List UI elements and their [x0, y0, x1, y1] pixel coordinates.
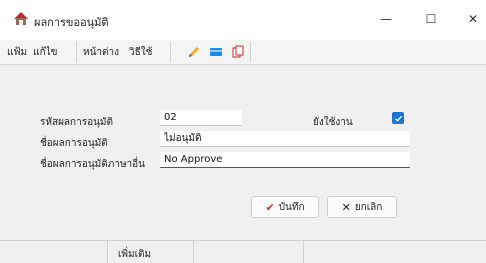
menu-group-file-edit: แฟ้ม แก้ไข	[4, 40, 61, 64]
maximize-button[interactable]: ☐	[416, 8, 446, 30]
alt-name-input[interactable]	[160, 152, 410, 168]
app-icon	[14, 12, 28, 25]
checkmark-icon: ✔	[265, 200, 275, 214]
form-panel: รหัสผลการอนุมัติ ยังใช้งาน ชื่อผลการอนุม…	[0, 65, 486, 240]
minimize-button[interactable]: —	[371, 8, 401, 30]
name-input[interactable]	[160, 131, 410, 147]
close-icon: ✕	[467, 12, 479, 26]
save-button[interactable]: ✔ บันทึก	[251, 196, 319, 218]
title-bar: ผลการขออนุมัติ — ☐ ✕	[0, 0, 486, 40]
menu-bar: แฟ้ม แก้ไข หน้าต่าง วิธีใช้	[0, 40, 486, 65]
window-title: ผลการขออนุมัติ	[34, 16, 109, 29]
close-button[interactable]: ✕	[458, 8, 486, 30]
pencil-icon[interactable]	[187, 45, 201, 59]
alt-name-label: ชื่อผลการอนุมัติภาษาอื่น	[40, 159, 146, 170]
menu-file[interactable]: แฟ้ม	[4, 45, 30, 60]
menu-help[interactable]: วิธีใช้	[126, 45, 155, 60]
card-icon[interactable]	[209, 45, 223, 59]
cancel-button-label: ยกเลิก	[354, 201, 383, 213]
more-label[interactable]: เพิ่มเติม	[118, 247, 151, 262]
code-input[interactable]	[160, 110, 242, 126]
maximize-icon: ☐	[425, 12, 437, 26]
save-button-label: บันทึก	[278, 201, 305, 213]
status-bar: เพิ่มเติม	[0, 240, 486, 263]
status-cell	[304, 241, 486, 263]
window: ผลการขออนุมัติ — ☐ ✕ แฟ้ม แก้ไข หน้าต่าง…	[0, 0, 486, 263]
name-label: ชื่อผลการอนุมัติ	[40, 138, 108, 149]
status-cell	[194, 241, 304, 263]
cancel-button[interactable]: ✕ ยกเลิก	[327, 196, 397, 218]
toolbar-separator	[250, 42, 251, 62]
active-label: ยังใช้งาน	[313, 117, 353, 128]
copy-icon[interactable]	[231, 45, 245, 59]
menu-group-window-help: หน้าต่าง วิธีใช้	[80, 40, 155, 64]
menu-edit[interactable]: แก้ไข	[30, 45, 60, 60]
menu-window[interactable]: หน้าต่าง	[80, 45, 122, 60]
status-cell	[0, 241, 108, 263]
menu-separator	[170, 42, 171, 62]
minimize-icon: —	[380, 12, 392, 26]
x-icon: ✕	[341, 200, 351, 214]
active-checkbox[interactable]	[392, 112, 404, 124]
code-label: รหัสผลการอนุมัติ	[40, 117, 114, 128]
menu-separator	[76, 42, 77, 62]
check-icon	[394, 115, 402, 122]
